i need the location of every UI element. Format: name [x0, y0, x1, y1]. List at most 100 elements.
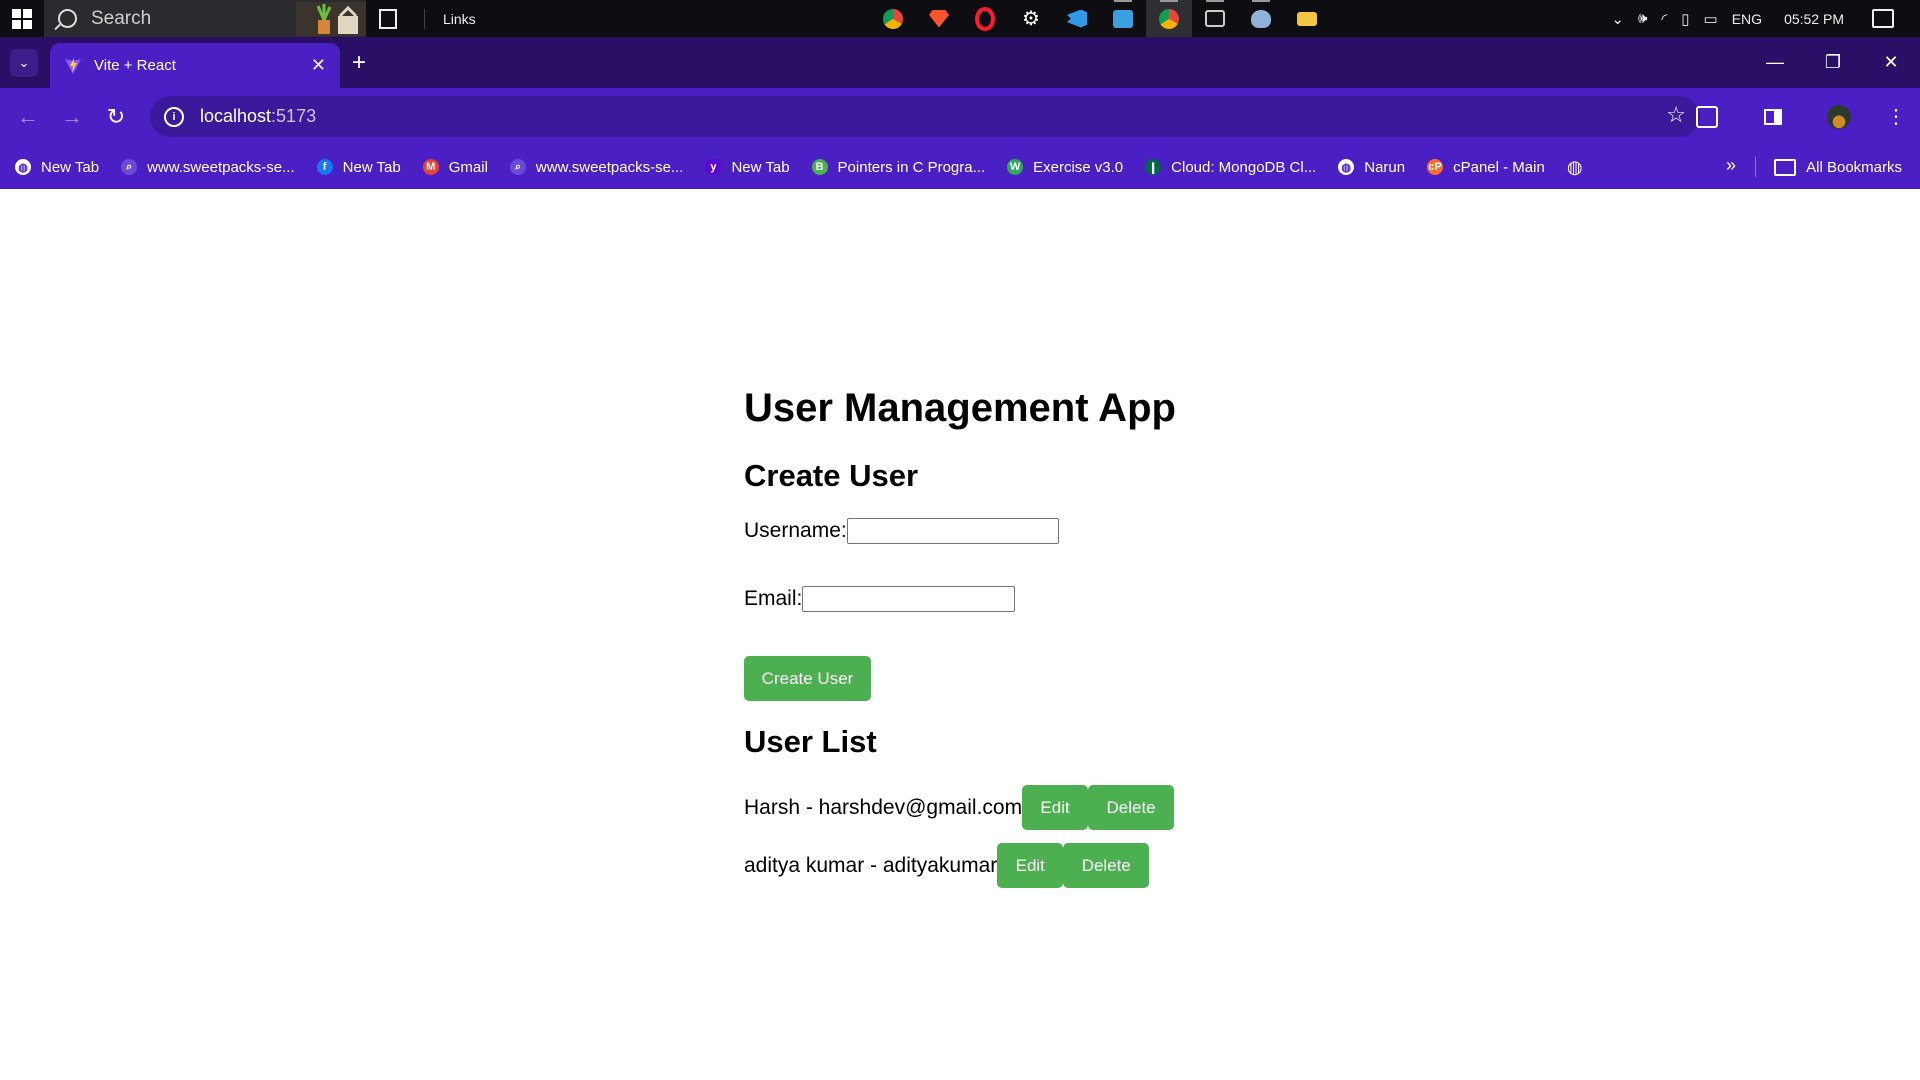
battery-icon[interactable]: ▭ — [1704, 10, 1718, 28]
chrome-icon — [883, 8, 903, 29]
bookmark-label: Cloud: MongoDB Cl... — [1171, 158, 1317, 176]
all-bookmarks-label: All Bookmarks — [1806, 158, 1902, 176]
bookmark-item[interactable]: B Pointers in C Progra... — [801, 159, 997, 176]
chrome-active-icon — [1159, 8, 1179, 29]
reload-icon[interactable]: ↻ — [94, 95, 138, 139]
taskbar-postgres[interactable] — [1238, 0, 1284, 37]
bookmark-label: www.sweetpacks-se... — [535, 158, 684, 176]
close-tab-icon[interactable]: ✕ — [311, 55, 326, 76]
globe-icon[interactable]: ◍ — [1556, 157, 1594, 178]
language-indicator[interactable]: ENG — [1732, 11, 1762, 27]
running-indicator — [1160, 0, 1178, 2]
email-row: Email: — [744, 586, 1016, 612]
new-tab-button[interactable]: + — [352, 49, 366, 77]
taskbar-app[interactable] — [1100, 0, 1146, 37]
page-title: User Management App — [744, 386, 1176, 430]
windows-logo-icon — [12, 8, 32, 29]
forward-icon[interactable]: → — [50, 95, 94, 139]
edit-button[interactable]: Edit — [1022, 785, 1089, 830]
bookmark-item[interactable]: ❙ Cloud: MongoDB Cl... — [1134, 159, 1327, 176]
more-bookmarks-icon[interactable]: » — [1726, 155, 1736, 176]
search-icon: ⌕ — [509, 159, 526, 175]
start-button[interactable] — [0, 0, 44, 37]
url-port: :5173 — [271, 106, 317, 126]
tab-title: Vite + React — [94, 57, 176, 74]
username-label: Username: — [744, 519, 847, 542]
extensions-button[interactable] — [1674, 105, 1740, 128]
wifi-icon[interactable]: ◜ — [1661, 10, 1667, 28]
taskbar-chrome-active[interactable] — [1146, 0, 1192, 37]
notification-icon[interactable] — [1872, 9, 1894, 28]
restore-icon[interactable]: ❐ — [1804, 37, 1862, 88]
create-user-button[interactable]: Create User — [744, 656, 871, 701]
w-icon: W — [1007, 159, 1024, 175]
bookmark-item[interactable]: W Exercise v3.0 — [996, 159, 1134, 176]
search-icon — [58, 9, 77, 28]
bookmark-label: New Tab — [731, 158, 790, 176]
edit-button[interactable]: Edit — [997, 843, 1064, 888]
bookmark-item[interactable]: f New Tab — [306, 159, 412, 176]
opera-icon — [975, 6, 995, 31]
volume-icon[interactable]: 🕪 — [1638, 10, 1647, 27]
email-input[interactable] — [802, 586, 1016, 612]
tab-search-button[interactable]: ⌄ — [10, 48, 38, 77]
bookmark-label: Exercise v3.0 — [1033, 158, 1124, 176]
bookmark-item[interactable]: ◍ New Tab — [4, 159, 110, 176]
back-icon[interactable]: ← — [6, 95, 50, 139]
tab-active[interactable]: Vite + React ✕ — [50, 43, 340, 88]
bookmarks-divider — [1755, 157, 1756, 177]
taskbar-file-explorer[interactable] — [1284, 0, 1330, 37]
bookmark-item[interactable]: ⌕ www.sweetpacks-se... — [499, 159, 695, 176]
close-window-icon[interactable]: ✕ — [1862, 37, 1920, 88]
settings-icon: ⚙ — [1022, 8, 1040, 30]
delete-button[interactable]: Delete — [1088, 785, 1175, 830]
bookmark-item[interactable]: ⌕ www.sweetpacks-se... — [110, 159, 306, 176]
site-info-icon[interactable]: i — [164, 106, 184, 127]
bookmark-item[interactable]: cP cPanel - Main — [1416, 159, 1556, 176]
username-row: Username: — [744, 518, 1059, 544]
taskbar-chrome[interactable] — [870, 0, 916, 37]
minimize-icon[interactable]: — — [1746, 37, 1804, 88]
task-view-icon — [379, 8, 397, 29]
address-bar[interactable]: i localhost:5173 ☆ — [150, 96, 1700, 137]
avatar — [1827, 104, 1851, 129]
menu-icon[interactable]: ⋮ — [1872, 104, 1920, 129]
bookmark-item[interactable]: y New Tab — [694, 159, 800, 176]
all-bookmarks-button[interactable]: All Bookmarks — [1774, 145, 1902, 189]
battery-saver-icon[interactable]: ▯ — [1681, 10, 1689, 28]
file-explorer-icon — [1297, 11, 1317, 26]
taskbar-terminal[interactable] — [1192, 0, 1238, 37]
user-entry-text: aditya kumar - adityakumar — [744, 853, 998, 877]
browser-tabstrip: ⌄ Vite + React ✕ + — ❐ ✕ — [0, 37, 1920, 88]
bookmark-item[interactable]: ◍ Narun — [1327, 159, 1416, 176]
clock[interactable]: 05:52 PM — [1784, 11, 1844, 27]
postgres-icon — [1251, 9, 1271, 28]
delete-button[interactable]: Delete — [1063, 843, 1150, 888]
bookmark-item[interactable]: M Gmail — [412, 159, 499, 176]
taskbar-opera[interactable] — [962, 0, 1008, 37]
gmail-icon: M — [422, 159, 439, 175]
url-host: localhost — [200, 106, 272, 126]
chevron-down-icon: ⌄ — [18, 54, 30, 70]
mongodb-icon: ❙ — [1145, 159, 1162, 175]
globe-icon: ◍ — [15, 159, 31, 175]
bookmark-label: www.sweetpacks-se... — [147, 158, 295, 176]
taskbar-brave[interactable] — [916, 0, 962, 37]
profile-button[interactable] — [1806, 104, 1872, 129]
task-view-button[interactable] — [366, 8, 410, 29]
bookmarks-bar: ◍ New Tab ⌕ www.sweetpacks-se... f New Tab M Gm… — [0, 145, 1920, 189]
user-list-heading: User List — [744, 724, 877, 759]
taskbar-settings[interactable]: ⚙ — [1008, 0, 1054, 37]
facebook-icon: f — [316, 159, 333, 175]
chevron-up-icon[interactable]: ⌄ — [1611, 10, 1624, 28]
b-icon: B — [811, 159, 828, 175]
taskbar-search[interactable]: Search — [44, 0, 366, 37]
taskbar-vscode[interactable] — [1054, 0, 1100, 37]
links-toolbar[interactable]: Links — [424, 8, 476, 29]
yahoo-icon: y — [705, 159, 722, 175]
search-icon: ⌕ — [121, 159, 138, 175]
folder-icon — [1774, 158, 1797, 176]
side-panel-button[interactable] — [1740, 108, 1806, 125]
username-input[interactable] — [846, 518, 1059, 544]
bookmark-label: cPanel - Main — [1453, 158, 1545, 176]
